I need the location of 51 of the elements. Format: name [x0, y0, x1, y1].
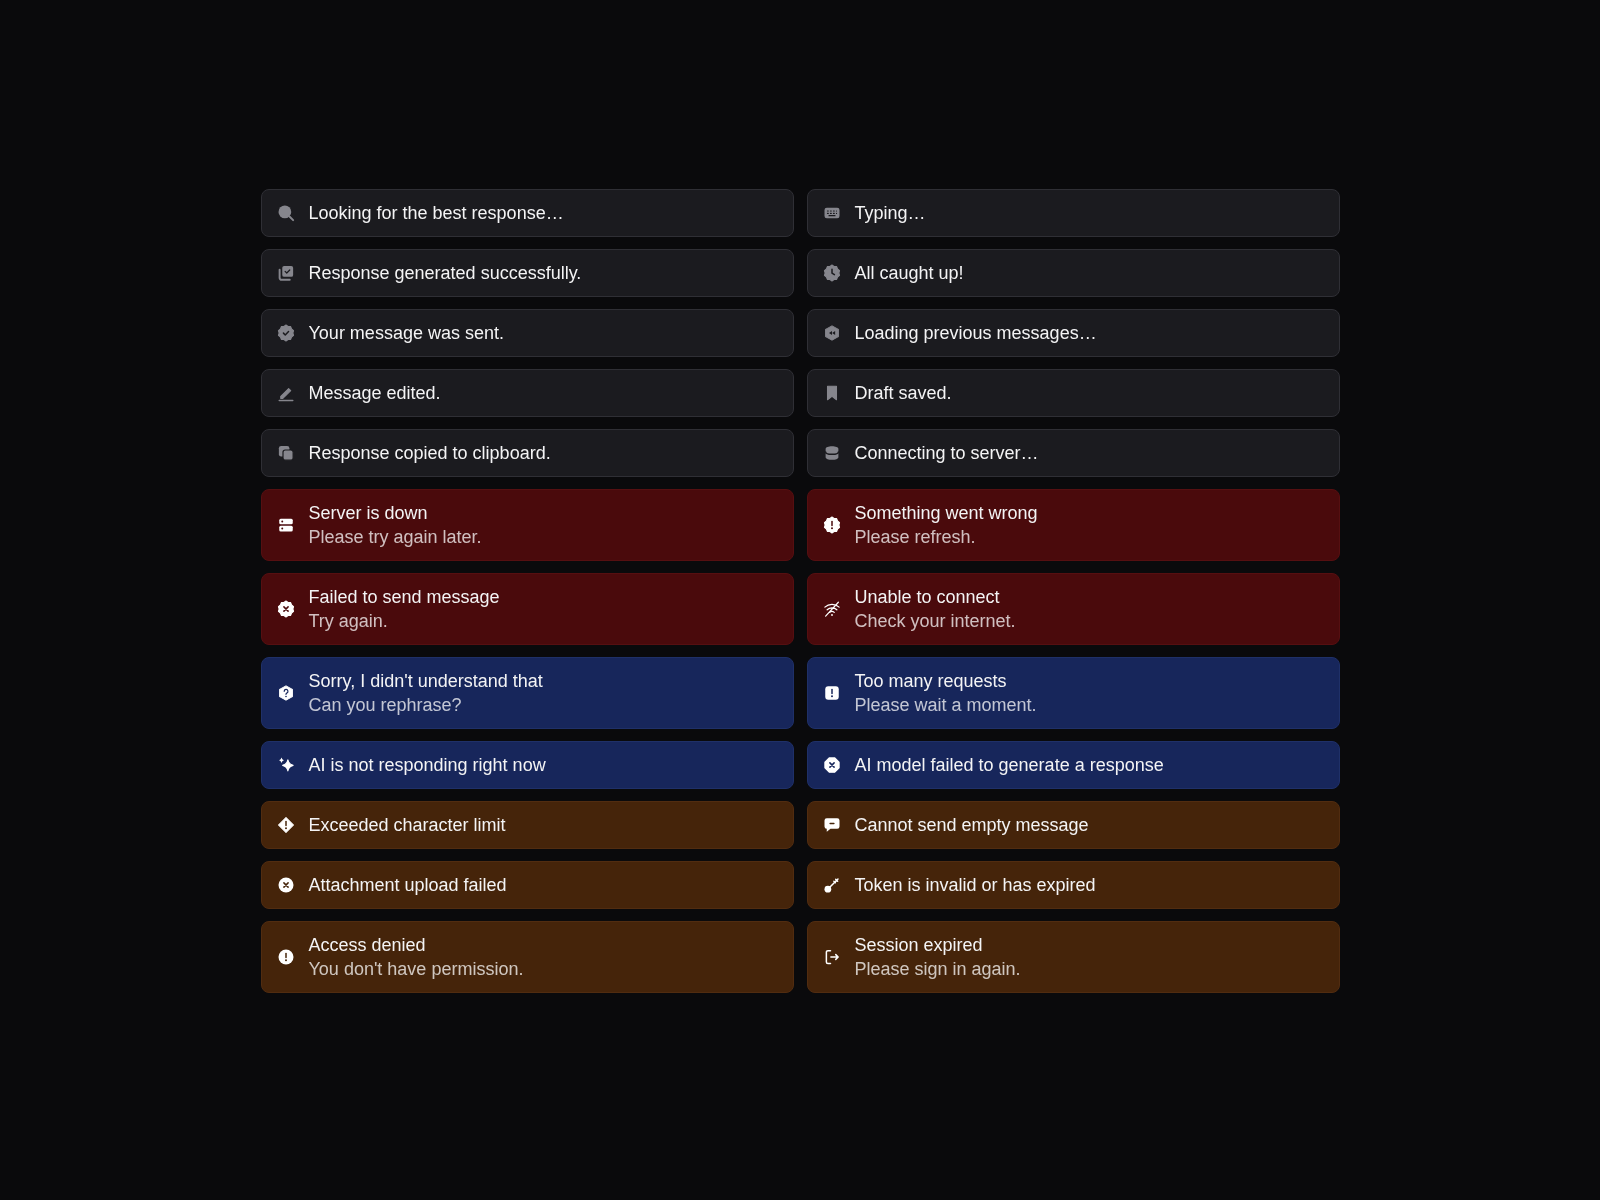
key-icon [822, 876, 841, 894]
badge-check-icon [276, 324, 295, 342]
toast-title: AI model failed to generate a response [854, 754, 1164, 777]
toast-title: All caught up! [854, 262, 964, 285]
toast-title: Looking for the best response… [308, 202, 564, 225]
help-icon [276, 684, 295, 702]
toast-message: Can you rephrase? [308, 694, 463, 717]
wifi-off-icon [822, 600, 841, 618]
chat-bubble-icon [822, 816, 841, 834]
toast-message: Please refresh. [854, 526, 977, 549]
toast-title: Attachment upload failed [308, 874, 507, 897]
toast-title: Draft saved. [854, 382, 952, 405]
rewind-icon [822, 324, 841, 342]
toast-title: Access denied [308, 934, 427, 957]
x-badge-icon [276, 600, 295, 618]
toast-title: Loading previous messages… [854, 322, 1097, 345]
toast-title: Unable to connect [854, 586, 1001, 609]
toast-title: Response copied to clipboard. [308, 442, 551, 465]
toast-title: Response generated successfully. [308, 262, 582, 285]
alert-badge-icon [822, 516, 841, 534]
clock-icon [822, 264, 841, 282]
toast-message: You don't have permission. [308, 958, 524, 981]
alert-square-icon [822, 684, 841, 702]
toast-title: Failed to send message [308, 586, 500, 609]
toast-message: Please try again later. [308, 526, 482, 549]
toast-title: Session expired [854, 934, 984, 957]
server-icon [276, 516, 295, 534]
toast-title: Typing… [854, 202, 926, 225]
copy-icon [276, 444, 295, 462]
stacked-check-icon [276, 264, 295, 282]
toast-title: Your message was sent. [308, 322, 504, 345]
toast-title: Server is down [308, 502, 429, 525]
toast-title: Token is invalid or has expired [854, 874, 1096, 897]
toast-message: Try again. [308, 610, 389, 633]
toast-title: Sorry, I didn't understand that [308, 670, 543, 693]
toast-title: Message edited. [308, 382, 441, 405]
toast-title: AI is not responding right now [308, 754, 546, 777]
toast-title: Connecting to server… [854, 442, 1039, 465]
toast-message: Please wait a moment. [854, 694, 1037, 717]
toast-message: Please sign in again. [854, 958, 1021, 981]
toast-title: Exceeded character limit [308, 814, 506, 837]
toast-title: Something went wrong [854, 502, 1038, 525]
toast-title: Too many requests [854, 670, 1008, 693]
warning-diamond-icon [276, 816, 295, 834]
toast-title: Cannot send empty message [854, 814, 1089, 837]
x-octagon-icon [822, 756, 841, 774]
database-icon [822, 444, 841, 462]
x-circle-icon [276, 876, 295, 894]
alert-circle-icon [276, 948, 295, 966]
search-icon [276, 204, 295, 222]
toast-message: Check your internet. [854, 610, 1016, 633]
